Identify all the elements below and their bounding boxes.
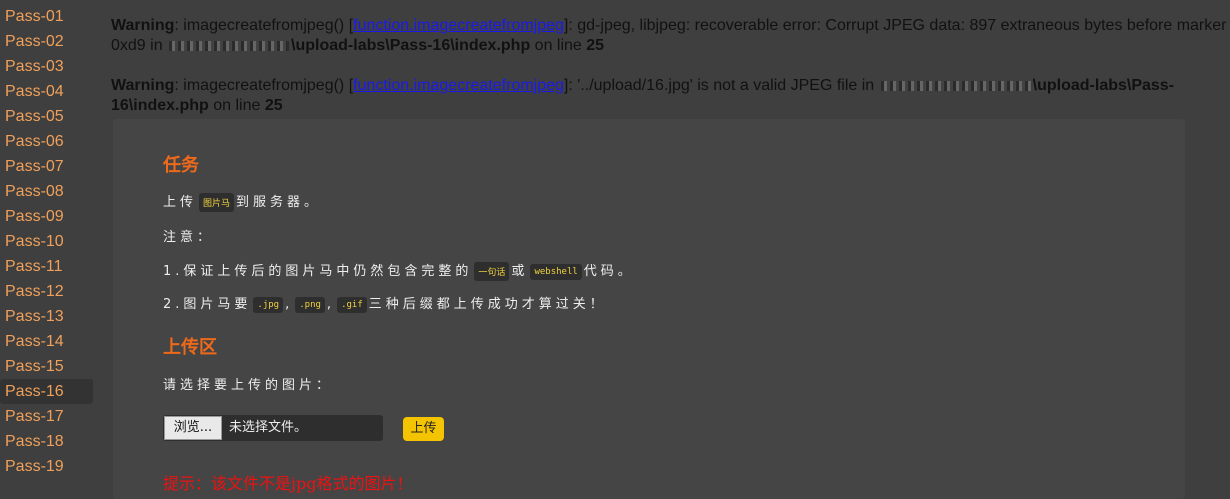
task-text: 2.图片马要 — [163, 297, 252, 312]
file-input[interactable]: 浏览... 未选择文件。 — [163, 415, 383, 441]
task-text: 到服务器。 — [236, 195, 322, 210]
sidebar-item-pass-12[interactable]: Pass-12 — [0, 279, 93, 304]
file-status: 未选择文件。 — [229, 420, 308, 435]
task-line-3: 2.图片马要 .jpg, .png, .gif 三种后缀都上传成功才算过关！ — [163, 293, 607, 313]
warning-message: Warning: imagecreatefromjpeg() [function… — [111, 16, 1230, 56]
code-tag: webshell — [530, 263, 582, 280]
code-tag: 一句话 — [474, 262, 510, 281]
upload-title: 上传区 — [163, 337, 217, 358]
redacted-path — [880, 80, 1031, 91]
browse-button[interactable]: 浏览... — [164, 416, 222, 440]
function-link[interactable]: function.imagecreatefromjpeg — [353, 17, 564, 34]
task-text: , — [326, 297, 336, 312]
warning-text: ]: '../upload/16.jpg' is not a valid JPE… — [563, 77, 879, 94]
code-tag: .jpg — [253, 296, 284, 313]
sidebar-item-pass-08[interactable]: Pass-08 — [0, 179, 93, 204]
sidebar-item-pass-04[interactable]: Pass-04 — [0, 79, 93, 104]
sidebar-item-pass-01[interactable]: Pass-01 — [0, 4, 93, 29]
sidebar-item-pass-13[interactable]: Pass-13 — [0, 304, 93, 329]
function-link[interactable]: function.imagecreatefromjpeg — [353, 77, 564, 94]
main-panel: 任务 上传 图片马 到服务器。 注意： 1.保证上传后的图片马中仍然包含完整的 一句话… — [113, 119, 1185, 499]
warning-message: Warning: imagecreatefromjpeg() [function… — [111, 76, 1230, 116]
warning-text: : imagecreatefromjpeg() [ — [174, 17, 354, 34]
sidebar-item-pass-10[interactable]: Pass-10 — [0, 229, 93, 254]
error-message: 提示：该文件不是jpg格式的图片！ — [163, 474, 413, 493]
warning-text: on line — [530, 37, 587, 54]
task-title: 任务 — [163, 155, 199, 176]
sidebar-item-pass-19[interactable]: Pass-19 — [0, 454, 93, 479]
warning-label: Warning — [111, 17, 175, 34]
warning-text: : imagecreatefromjpeg() [ — [174, 77, 354, 94]
task-text: 代码。 — [583, 264, 635, 279]
warning-text: on line — [208, 97, 265, 114]
sidebar-item-pass-18[interactable]: Pass-18 — [0, 429, 93, 454]
sidebar-item-pass-09[interactable]: Pass-09 — [0, 204, 93, 229]
task-line-2: 1.保证上传后的图片马中仍然包含完整的 一句话或 webshell 代码。 — [163, 260, 635, 281]
task-text: , — [285, 297, 294, 312]
warning-label: Warning — [111, 77, 175, 94]
line-number: 25 — [264, 97, 283, 114]
code-tag: 图片马 — [199, 193, 235, 212]
sidebar-item-pass-14[interactable]: Pass-14 — [0, 329, 93, 354]
sidebar-item-pass-03[interactable]: Pass-03 — [0, 54, 93, 79]
sidebar-item-pass-02[interactable]: Pass-02 — [0, 29, 93, 54]
sidebar-item-pass-06[interactable]: Pass-06 — [0, 129, 93, 154]
line-number: 25 — [586, 37, 605, 54]
upload-button[interactable]: 上传 — [403, 417, 444, 441]
task-text: 三种后缀都上传成功才算过关！ — [368, 297, 607, 312]
task-line-1: 上传 图片马 到服务器。 — [163, 191, 321, 212]
task-note: 注意： — [163, 230, 215, 245]
file-path: \upload-labs\Pass-16\index.php — [291, 37, 531, 54]
task-text: 或 — [511, 264, 529, 279]
sidebar-item-pass-15[interactable]: Pass-15 — [0, 354, 93, 379]
sidebar-item-pass-07[interactable]: Pass-07 — [0, 154, 93, 179]
sidebar-item-pass-05[interactable]: Pass-05 — [0, 104, 93, 129]
sidebar-item-pass-16[interactable]: Pass-16 — [0, 379, 93, 404]
sidebar-item-pass-17[interactable]: Pass-17 — [0, 404, 93, 429]
task-text: 1.保证上传后的图片马中仍然包含完整的 — [163, 264, 473, 279]
code-tag: .gif — [337, 296, 367, 313]
redacted-path — [169, 40, 290, 51]
php-warnings: Warning: imagecreatefromjpeg() [function… — [111, 16, 1230, 136]
upload-prompt: 请选择要上传的图片： — [163, 378, 334, 393]
task-text: 上传 — [163, 195, 198, 210]
sidebar-item-pass-11[interactable]: Pass-11 — [0, 254, 93, 279]
sidebar: Pass-01 Pass-02 Pass-03 Pass-04 Pass-05 Pass-… — [0, 4, 93, 479]
code-tag: .png — [295, 296, 325, 313]
